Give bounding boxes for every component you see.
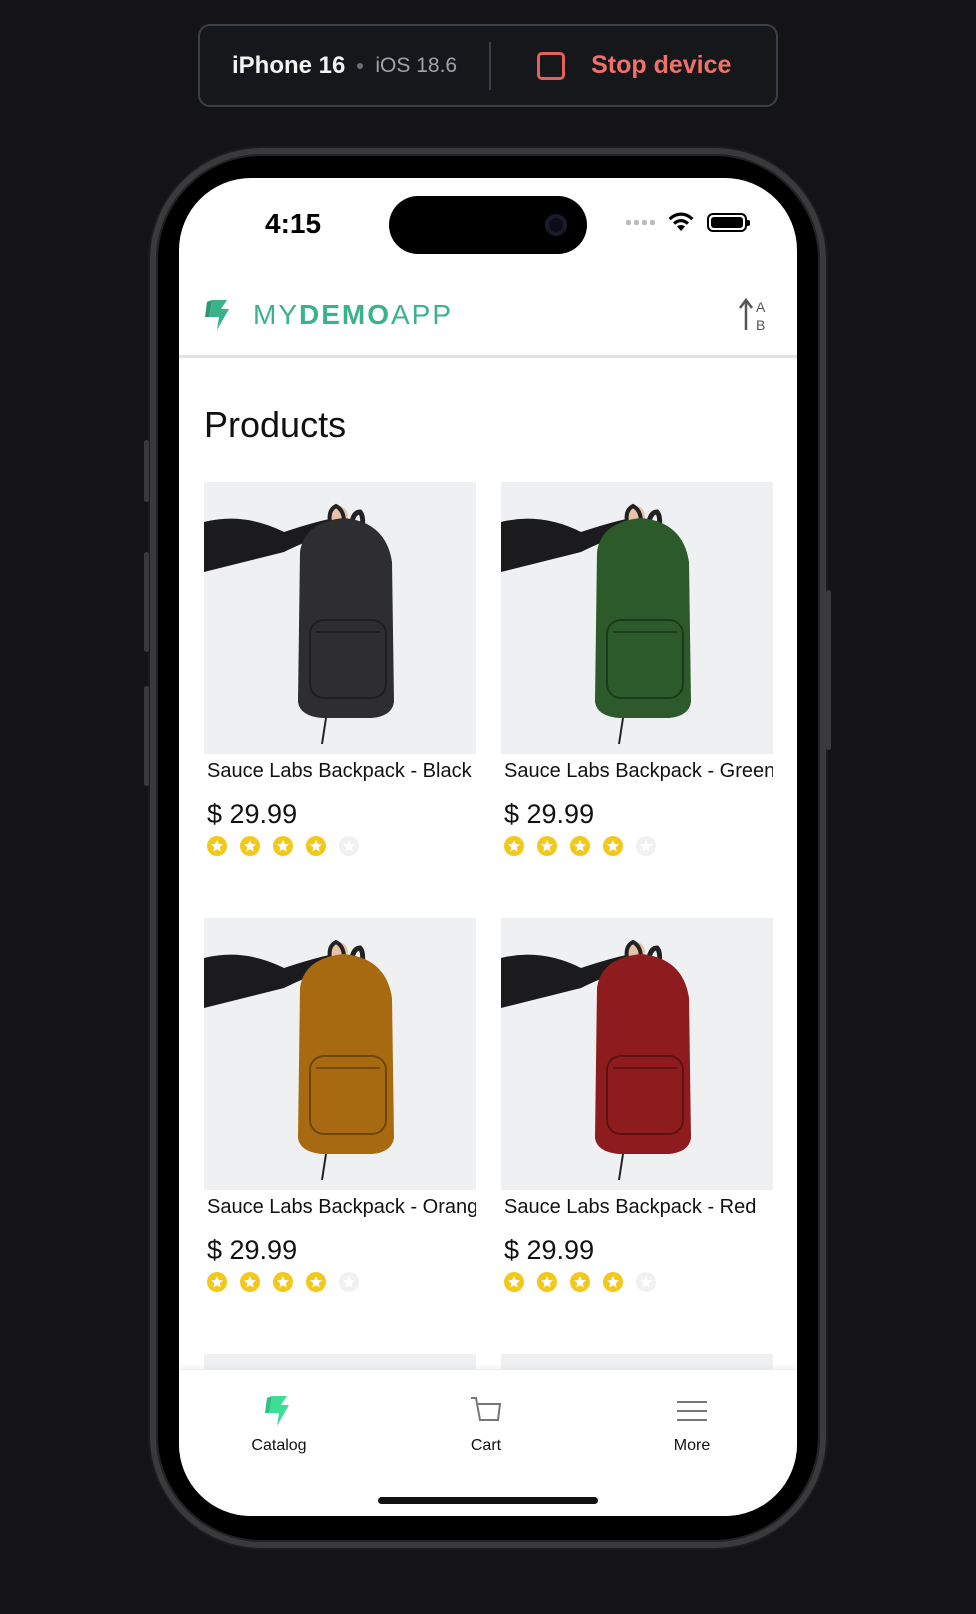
status-time: 4:15: [265, 208, 322, 239]
star-icon[interactable]: [636, 1272, 656, 1292]
product-image[interactable]: [204, 918, 476, 1190]
device-toolbar: iPhone 16 iOS 18.6 Stop device: [198, 24, 778, 107]
product-title[interactable]: Sauce Labs Backpack - Green: [501, 760, 773, 783]
product-card[interactable]: Sauce Labs Backpack - Green $ 29.99: [501, 482, 773, 856]
product-title[interactable]: Sauce Labs Backpack - Orange: [204, 1196, 476, 1219]
product-title[interactable]: Sauce Labs Backpack - Black: [204, 760, 476, 783]
product-image[interactable]: [501, 482, 773, 754]
star-icon[interactable]: [504, 1272, 524, 1292]
sort-icon[interactable]: A B: [739, 296, 773, 334]
product-price: $ 29.99: [504, 1235, 595, 1265]
tab-label: Catalog: [251, 1437, 307, 1454]
star-icon[interactable]: [570, 1272, 590, 1292]
stop-device-label: Stop device: [591, 51, 732, 79]
divider: [489, 41, 492, 90]
app-header: MYDEMOAPP A B: [179, 268, 797, 358]
svg-text:A: A: [756, 299, 766, 315]
tab-catalog[interactable]: Catalog: [229, 1394, 329, 1455]
star-icon[interactable]: [306, 836, 326, 856]
product-rating[interactable]: [204, 836, 476, 856]
star-icon[interactable]: [207, 836, 227, 856]
device-screen: 4:15 MYDEMOAPP A B Products Sauce Labs B…: [179, 178, 797, 1516]
product-card[interactable]: Sauce Labs Backpack - Black $ 29.99: [204, 482, 476, 856]
separator-dot: [357, 62, 364, 69]
tab-bar: Catalog Cart More: [179, 1369, 797, 1516]
product-card[interactable]: Sauce Labs Backpack - Orange $ 29.99: [204, 918, 476, 1292]
star-icon[interactable]: [207, 1272, 227, 1292]
stop-icon: [537, 51, 566, 80]
power-button: [826, 590, 831, 750]
dynamic-island: [389, 196, 587, 254]
star-icon[interactable]: [306, 1272, 326, 1292]
product-rating[interactable]: [501, 1272, 773, 1292]
os-version: iOS 18.6: [375, 53, 458, 77]
product-image[interactable]: [204, 482, 476, 754]
logo-icon: [205, 300, 229, 330]
page-title: Products: [204, 404, 347, 445]
battery-icon: [707, 212, 750, 232]
brand-name: MYDEMOAPP: [253, 299, 454, 330]
product-price: $ 29.99: [207, 1235, 298, 1265]
svg-text:B: B: [756, 317, 765, 333]
product-rating[interactable]: [501, 836, 773, 856]
tab-more[interactable]: More: [642, 1394, 742, 1455]
star-icon[interactable]: [603, 1272, 623, 1292]
product-title[interactable]: Sauce Labs Backpack - Red: [501, 1196, 773, 1219]
volume-up-button: [144, 552, 149, 652]
action-button: [144, 440, 149, 502]
star-icon[interactable]: [537, 1272, 557, 1292]
star-icon[interactable]: [603, 836, 623, 856]
home-indicator: [378, 1497, 598, 1504]
status-icons: [626, 212, 750, 232]
camera-icon: [545, 214, 567, 236]
star-icon[interactable]: [570, 836, 590, 856]
star-icon[interactable]: [636, 836, 656, 856]
product-card[interactable]: Sauce Labs Backpack - Red $ 29.99: [501, 918, 773, 1292]
tab-label: Cart: [470, 1437, 502, 1454]
star-icon[interactable]: [273, 1272, 293, 1292]
stop-device-button[interactable]: Stop device: [537, 51, 731, 80]
product-price: $ 29.99: [207, 799, 298, 829]
star-icon[interactable]: [339, 1272, 359, 1292]
star-icon[interactable]: [273, 836, 293, 856]
star-icon[interactable]: [240, 836, 260, 856]
app-logo: MYDEMOAPP: [203, 298, 453, 332]
star-icon[interactable]: [240, 1272, 260, 1292]
cart-icon: [471, 1397, 502, 1421]
star-icon[interactable]: [504, 836, 524, 856]
device-name: iPhone 16: [232, 51, 346, 79]
tab-label: More: [673, 1437, 711, 1454]
menu-icon: [677, 1401, 707, 1421]
tab-cart[interactable]: Cart: [436, 1394, 536, 1455]
star-icon[interactable]: [339, 836, 359, 856]
product-price: $ 29.99: [504, 799, 595, 829]
wifi-icon: [668, 212, 694, 231]
cellular-signal-icon: [626, 219, 655, 225]
star-icon[interactable]: [537, 836, 557, 856]
volume-down-button: [144, 686, 149, 786]
catalog-logo-icon: [265, 1396, 289, 1426]
product-rating[interactable]: [204, 1272, 476, 1292]
product-image[interactable]: [501, 918, 773, 1190]
